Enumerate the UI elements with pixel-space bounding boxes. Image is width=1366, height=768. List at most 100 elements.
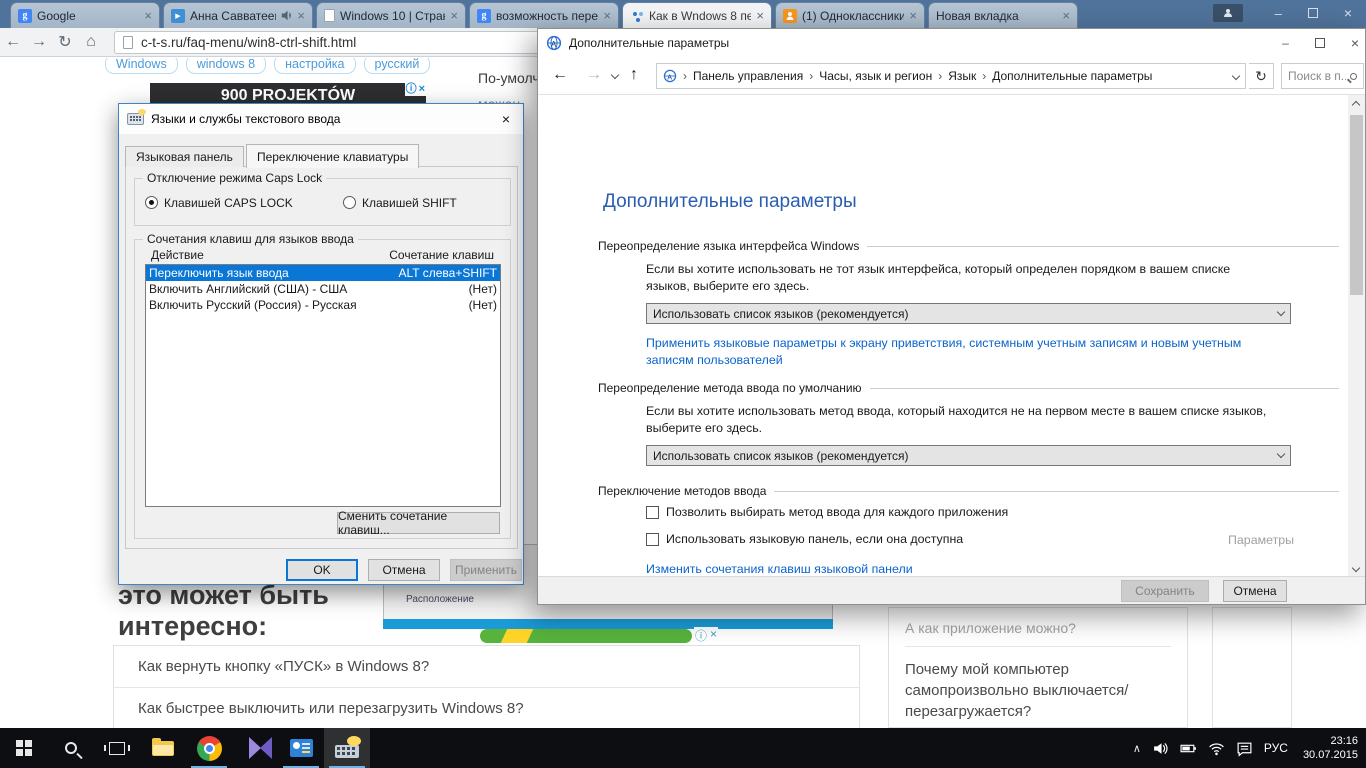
breadcrumb[interactable]: A › Панель управления › Часы, язык и рег… <box>656 63 1246 89</box>
cancel-button[interactable]: Отмена <box>368 559 440 581</box>
tab-windows10[interactable]: Windows 10 | Стран × <box>316 2 466 28</box>
tab-video[interactable]: ▶ Анна Савватеева × <box>163 2 313 28</box>
kmplayer-taskbar-button[interactable] <box>232 728 278 768</box>
ad-close-icon[interactable]: × <box>419 83 425 96</box>
apply-to-welcome-screen-link[interactable]: Применить языковые параметры к экрану пр… <box>646 335 1286 369</box>
related-link[interactable]: Как быстрее выключить или перезагрузить … <box>114 688 859 728</box>
maximize-button[interactable] <box>1307 8 1318 18</box>
ad-close-icon[interactable]: × <box>710 627 717 644</box>
checkbox-icon[interactable] <box>646 505 659 519</box>
text-services-taskbar-button[interactable] <box>324 728 370 768</box>
apply-button[interactable]: Применить <box>450 559 522 581</box>
refresh-button[interactable]: ↻ <box>1249 63 1274 89</box>
radio-icon[interactable] <box>145 196 158 209</box>
breadcrumb-item[interactable]: Часы, язык и регион <box>819 69 932 83</box>
forward-icon[interactable]: → <box>586 66 602 84</box>
forward-icon[interactable]: → <box>26 33 52 51</box>
dialog-close-button[interactable]: × <box>489 104 523 133</box>
radio-shift[interactable]: Клавишей SHIFT <box>343 196 457 210</box>
scrollbar-thumb[interactable] <box>1350 115 1363 295</box>
breadcrumb-item[interactable]: Язык <box>948 69 976 83</box>
chevron-down-icon[interactable] <box>610 70 620 80</box>
ad-info-icon[interactable]: ⓘ <box>695 627 707 644</box>
dialog-title-bar[interactable]: Языки и службы текстового ввода <box>119 104 523 134</box>
hotkey-row[interactable]: Включить Английский (США) - США (Нет) <box>146 281 500 297</box>
breadcrumb-item[interactable]: Дополнительные параметры <box>992 69 1152 83</box>
ad-info-icon[interactable]: ⓘ <box>406 83 417 96</box>
taskbar-search-button[interactable] <box>48 728 94 768</box>
tab-close-icon[interactable]: × <box>297 9 305 22</box>
control-panel-taskbar-button[interactable] <box>278 728 324 768</box>
close-button[interactable]: × <box>1351 35 1359 51</box>
tab-close-icon[interactable]: × <box>909 9 917 22</box>
per-app-input-checkbox-row[interactable]: Позволить выбирать метод ввода для каждо… <box>646 505 1008 519</box>
search-box[interactable]: Поиск в п... <box>1281 63 1364 89</box>
scroll-up-icon[interactable] <box>1351 100 1361 110</box>
save-button[interactable]: Сохранить <box>1121 580 1209 602</box>
tab-search[interactable]: g возможность пере × <box>469 2 619 28</box>
close-button[interactable]: × <box>1344 5 1352 21</box>
file-explorer-button[interactable] <box>140 728 186 768</box>
tab-active-article[interactable]: Как в Wndows 8 пе × <box>622 2 772 28</box>
tag-link[interactable]: русский <box>363 58 431 74</box>
maximize-button[interactable] <box>1314 38 1325 48</box>
radio-caps-lock[interactable]: Клавишей CAPS LOCK <box>145 196 293 210</box>
tab-odnoklassniki[interactable]: (1) Одноклассники × <box>775 2 925 28</box>
tag-link[interactable]: настройка <box>274 58 356 74</box>
parameters-link[interactable]: Параметры <box>1228 533 1294 547</box>
tab-close-icon[interactable]: × <box>450 9 458 22</box>
chevron-down-icon[interactable] <box>1231 71 1241 81</box>
language-indicator[interactable]: РУС <box>1264 741 1288 755</box>
profile-avatar[interactable] <box>1212 4 1243 22</box>
search-icon[interactable] <box>1350 72 1357 80</box>
tab-google[interactable]: g Google × <box>10 2 160 28</box>
ok-button[interactable]: OK <box>286 559 358 581</box>
tab-close-icon[interactable]: × <box>756 9 764 22</box>
wifi-icon[interactable] <box>1208 740 1225 757</box>
up-icon[interactable]: ↑ <box>630 66 638 84</box>
hotkey-row-selected[interactable]: Переключить язык ввода ALT слева+SHIFT <box>146 265 500 281</box>
minimize-button[interactable]: – <box>1275 6 1282 21</box>
change-hotkey-button[interactable]: Сменить сочетание клавиш... <box>337 509 500 537</box>
hotkey-keys: (Нет) <box>468 282 497 296</box>
language-list-dropdown[interactable]: Использовать список языков (рекомендуетс… <box>646 303 1291 324</box>
checkbox-icon[interactable] <box>646 532 659 546</box>
tag-link[interactable]: Windows <box>105 58 178 74</box>
scroll-down-icon[interactable] <box>1351 563 1361 573</box>
chrome-taskbar-button[interactable] <box>186 728 232 768</box>
task-view-button[interactable] <box>94 728 140 768</box>
refresh-icon[interactable]: ↻ <box>52 32 78 52</box>
input-method-dropdown[interactable]: Использовать список языков (рекомендуетс… <box>646 445 1291 466</box>
hotkey-row[interactable]: Включить Русский (Россия) - Русская (Нет… <box>146 297 500 313</box>
cancel-button[interactable]: Отмена <box>1223 580 1287 602</box>
language-bar-checkbox-row[interactable]: Использовать языковую панель, если она д… <box>646 532 963 546</box>
taskbar-clock[interactable]: 23:16 30.07.2015 <box>1299 734 1358 762</box>
hotkeys-listbox[interactable]: Переключить язык ввода ALT слева+SHIFT В… <box>145 264 501 507</box>
cp-title-bar[interactable]: A Дополнительные параметры <box>538 29 1365 57</box>
tab-keyboard-switching[interactable]: Переключение клавиатуры <box>245 144 420 168</box>
section-description: Если вы хотите использовать метод ввода,… <box>646 404 1267 435</box>
tray-expand-icon[interactable]: ∧ <box>1133 742 1141 755</box>
back-icon[interactable]: ← <box>0 33 26 51</box>
minimize-button[interactable]: – <box>1282 36 1289 50</box>
hotkey-keys: ALT слева+SHIFT <box>398 266 498 280</box>
sidebar-question[interactable]: А как приложение можно? <box>905 620 1171 647</box>
tag-link[interactable]: windows 8 <box>185 58 267 74</box>
action-center-icon[interactable] <box>1236 740 1253 757</box>
breadcrumb-item[interactable]: Панель управления <box>693 69 803 83</box>
battery-icon[interactable] <box>1180 740 1197 757</box>
scrollbar[interactable] <box>1348 95 1365 578</box>
tab-new[interactable]: Новая вкладка × <box>928 2 1078 28</box>
radio-icon[interactable] <box>343 196 356 209</box>
start-button[interactable] <box>0 728 48 768</box>
volume-icon[interactable] <box>1152 740 1169 757</box>
tab-close-icon[interactable]: × <box>603 9 611 22</box>
tab-close-icon[interactable]: × <box>1062 9 1070 22</box>
related-link[interactable]: Как вернуть кнопку «ПУСК» в Windows 8? <box>114 646 859 687</box>
green-ad-banner[interactable] <box>480 629 692 643</box>
tab-language-bar[interactable]: Языковая панель <box>125 146 244 167</box>
tab-close-icon[interactable]: × <box>144 9 152 22</box>
home-icon[interactable]: ⌂ <box>78 33 104 51</box>
back-icon[interactable]: ← <box>552 66 568 84</box>
sidebar-question[interactable]: Почему мой компьютер самопроизвольно вык… <box>905 647 1171 722</box>
